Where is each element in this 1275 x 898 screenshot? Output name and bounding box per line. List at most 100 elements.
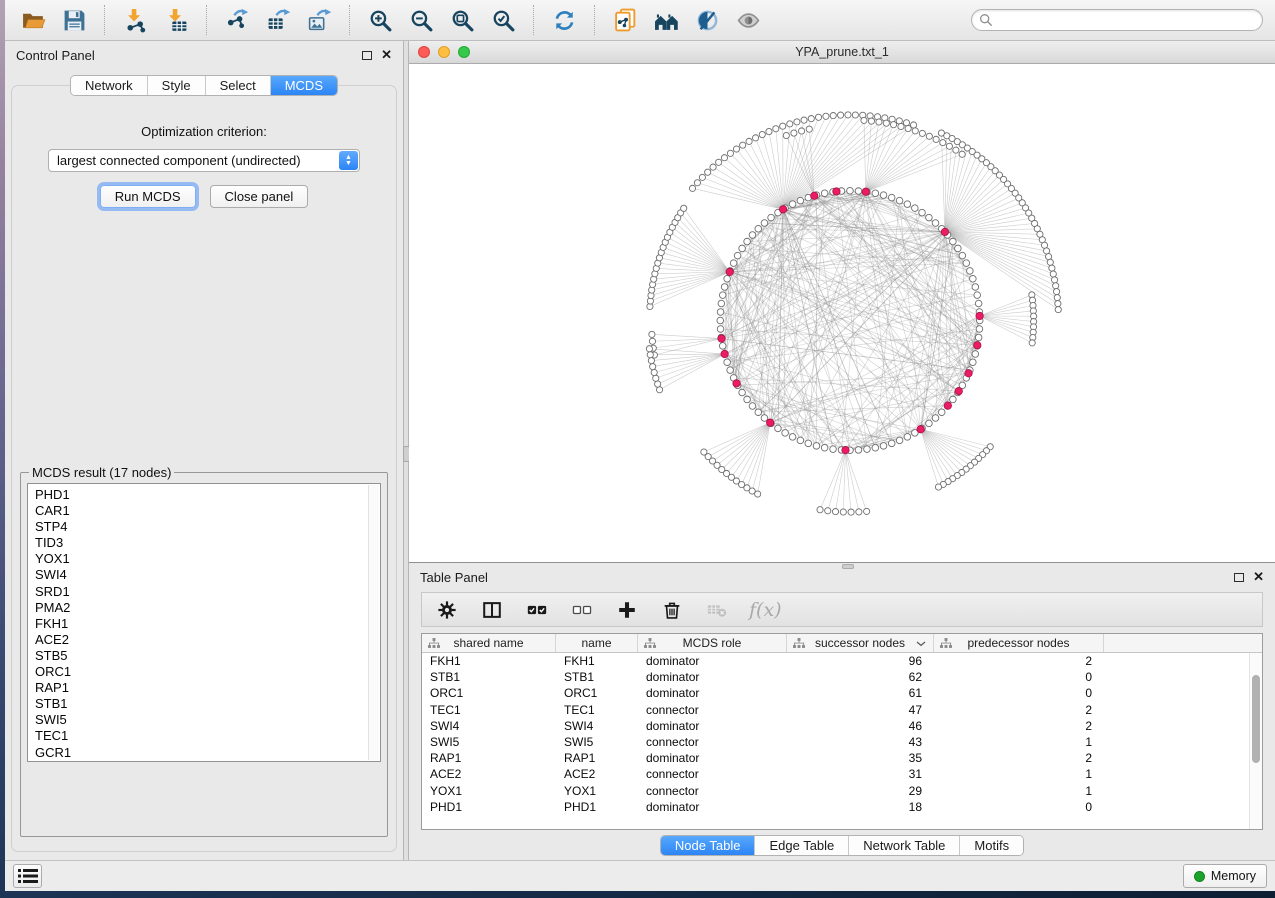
tab-select[interactable]: Select [205,76,270,95]
export-table-button[interactable] [262,4,294,36]
mcds-result-item[interactable]: PHD1 [35,487,366,503]
import-table-button[interactable] [160,4,192,36]
eye-button[interactable] [732,4,764,36]
zoom-in-button[interactable] [364,4,396,36]
delete-table-button[interactable] [704,597,730,623]
cell-shared-name[interactable]: YOX1 [422,784,556,798]
cell-successor-nodes[interactable]: 62 [787,670,934,684]
mcds-result-item[interactable]: TID3 [35,535,366,551]
cell-name[interactable]: SWI5 [556,735,638,749]
column-header-shared-name[interactable]: shared name [422,634,556,652]
mcds-result-item[interactable]: RAP1 [35,680,366,696]
tab-motifs[interactable]: Motifs [959,836,1023,855]
run-mcds-button[interactable]: Run MCDS [100,185,196,208]
mcds-result-item[interactable]: ACE2 [35,632,366,648]
column-header-predecessor-nodes[interactable]: predecessor nodes [934,634,1104,652]
close-panel-button[interactable]: Close panel [210,185,309,208]
cell-predecessor-nodes[interactable]: 0 [934,670,1104,684]
cell-name[interactable]: RAP1 [556,751,638,765]
import-network-button[interactable] [119,4,151,36]
tab-edge-table[interactable]: Edge Table [754,836,848,855]
float-panel-icon[interactable] [362,51,372,60]
tab-mcds[interactable]: MCDS [270,76,337,95]
save-session-button[interactable] [58,4,90,36]
export-image-button[interactable] [303,4,335,36]
cell-predecessor-nodes[interactable]: 2 [934,719,1104,733]
column-header-successor-nodes[interactable]: successor nodes [787,634,934,652]
cell-shared-name[interactable]: PHD1 [422,800,556,814]
cell-mcds-role[interactable]: dominator [638,751,787,765]
search-input[interactable] [971,9,1263,31]
split-pane-button[interactable] [479,597,505,623]
close-table-panel-icon[interactable]: ✕ [1253,572,1264,582]
mcds-result-item[interactable]: TEC1 [35,728,366,744]
cell-successor-nodes[interactable]: 46 [787,719,934,733]
cell-successor-nodes[interactable]: 35 [787,751,934,765]
cell-mcds-role[interactable]: dominator [638,654,787,668]
cell-name[interactable]: STB1 [556,670,638,684]
cell-predecessor-nodes[interactable]: 0 [934,686,1104,700]
mcds-list-scrollbar[interactable] [368,485,379,760]
mcds-result-item[interactable]: SRD1 [35,584,366,600]
maximize-window-icon[interactable] [458,46,470,58]
cell-shared-name[interactable]: ORC1 [422,686,556,700]
ndex-share-button[interactable] [609,4,641,36]
memory-button[interactable]: Memory [1183,864,1267,888]
mcds-result-item[interactable]: CAR1 [35,503,366,519]
cell-successor-nodes[interactable]: 18 [787,800,934,814]
deselect-all-button[interactable] [569,597,595,623]
hide-annotations-button[interactable] [691,4,723,36]
mcds-result-item[interactable]: FKH1 [35,616,366,632]
cell-shared-name[interactable]: STB1 [422,670,556,684]
mcds-result-item[interactable]: STB1 [35,696,366,712]
mcds-result-item[interactable]: ORC1 [35,664,366,680]
cell-predecessor-nodes[interactable]: 2 [934,751,1104,765]
cell-mcds-role[interactable]: dominator [638,686,787,700]
show-panels-button[interactable] [13,864,42,888]
tab-style[interactable]: Style [147,76,205,95]
horizontal-splitter-grip[interactable] [842,564,854,569]
close-panel-icon[interactable]: ✕ [381,50,392,60]
tab-network-table[interactable]: Network Table [848,836,959,855]
refresh-button[interactable] [548,4,580,36]
cell-shared-name[interactable]: SWI5 [422,735,556,749]
cell-successor-nodes[interactable]: 61 [787,686,934,700]
cell-mcds-role[interactable]: dominator [638,719,787,733]
cell-mcds-role[interactable]: dominator [638,670,787,684]
cell-name[interactable]: SWI4 [556,719,638,733]
cell-mcds-role[interactable]: dominator [638,800,787,814]
delete-column-button[interactable] [659,597,685,623]
mcds-result-item[interactable]: STB5 [35,648,366,664]
cell-shared-name[interactable]: RAP1 [422,751,556,765]
minimize-window-icon[interactable] [438,46,450,58]
cell-shared-name[interactable]: ACE2 [422,767,556,781]
cell-shared-name[interactable]: FKH1 [422,654,556,668]
mcds-result-item[interactable]: GCR1 [35,745,366,761]
cell-mcds-role[interactable]: connector [638,703,787,717]
open-file-button[interactable] [17,4,49,36]
zoom-out-button[interactable] [405,4,437,36]
cell-successor-nodes[interactable]: 47 [787,703,934,717]
cell-successor-nodes[interactable]: 31 [787,767,934,781]
cell-successor-nodes[interactable]: 43 [787,735,934,749]
cell-predecessor-nodes[interactable]: 0 [934,800,1104,814]
mcds-result-item[interactable]: STP4 [35,519,366,535]
table-settings-button[interactable] [434,597,460,623]
cell-mcds-role[interactable]: connector [638,735,787,749]
cell-predecessor-nodes[interactable]: 2 [934,703,1104,717]
zoom-selected-button[interactable] [487,4,519,36]
cell-successor-nodes[interactable]: 96 [787,654,934,668]
cell-shared-name[interactable]: SWI4 [422,719,556,733]
houses-button[interactable] [650,4,682,36]
cell-successor-nodes[interactable]: 29 [787,784,934,798]
tab-node-table[interactable]: Node Table [661,836,755,855]
cell-predecessor-nodes[interactable]: 1 [934,767,1104,781]
cell-predecessor-nodes[interactable]: 1 [934,784,1104,798]
mcds-result-item[interactable]: PMA2 [35,600,366,616]
cell-name[interactable]: ORC1 [556,686,638,700]
select-all-button[interactable] [524,597,550,623]
mcds-result-item[interactable]: SWI5 [35,712,366,728]
column-header-MCDS-role[interactable]: MCDS role [638,634,787,652]
cell-mcds-role[interactable]: connector [638,784,787,798]
close-window-icon[interactable] [418,46,430,58]
